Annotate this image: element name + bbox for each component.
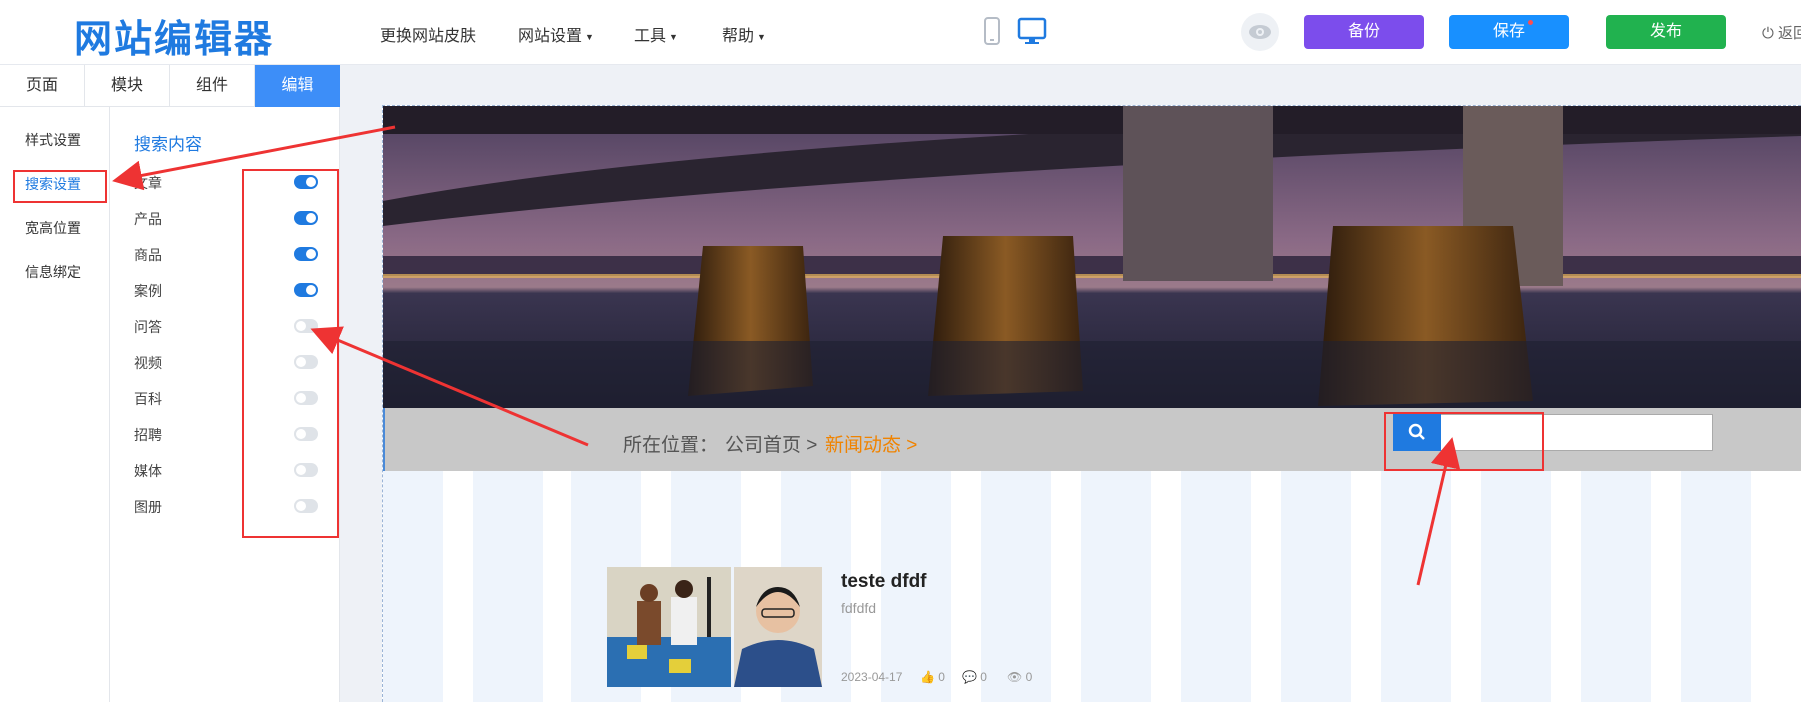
thumbs-up-icon: 👍: [920, 670, 935, 684]
top-bar: 网站编辑器 更换网站皮肤 网站设置 ▼ 工具 ▼ 帮助 ▼ 备份 保存 发布 ⏻ 返回: [0, 0, 1801, 65]
views-count: 0: [1025, 670, 1033, 684]
search-option-toggle[interactable]: [294, 499, 318, 513]
power-icon: ⏻: [1762, 25, 1774, 42]
tab-components[interactable]: 组件: [170, 65, 255, 107]
news-description: fdfdfd: [841, 600, 877, 616]
search-icon: [1408, 423, 1425, 440]
news-date: 2023-04-17: [841, 670, 903, 684]
page-canvas: 所在位置： 公司首页 > 新闻动态 >: [382, 105, 1801, 702]
settings-nav: 样式设置 搜索设置 宽高位置 信息绑定: [0, 107, 110, 702]
eye-icon: [1249, 25, 1271, 39]
news-thumbnail-portrait[interactable]: [734, 567, 822, 687]
eye-icon: 👁: [1007, 670, 1023, 684]
search-option-toggle[interactable]: [294, 211, 318, 225]
search-content-title: 搜索内容: [134, 135, 202, 154]
bridge-photo: [383, 106, 1801, 408]
breadcrumb-prefix: 所在位置：: [623, 435, 719, 456]
search-option-label: 文章: [134, 175, 162, 191]
desktop-view-icon[interactable]: [1017, 16, 1047, 46]
search-option-toggle[interactable]: [294, 175, 318, 189]
search-option-toggle[interactable]: [294, 283, 318, 297]
nav-size-position[interactable]: 宽高位置: [25, 218, 81, 238]
breadcrumb-current[interactable]: 新闻动态 >: [825, 430, 917, 457]
site-search-button[interactable]: [1393, 414, 1441, 451]
layout-grid-guides: [383, 471, 1801, 702]
search-option-toggle[interactable]: [294, 391, 318, 405]
tab-modules[interactable]: 模块: [85, 65, 170, 107]
search-option-toggle[interactable]: [294, 463, 318, 477]
menu-help-label: 帮助: [722, 28, 755, 45]
nav-info-binding[interactable]: 信息绑定: [25, 262, 81, 282]
search-option-toggle[interactable]: [294, 355, 318, 369]
comments-count: 0: [980, 670, 987, 684]
search-option-label: 问答: [134, 319, 162, 335]
mobile-view-icon[interactable]: [983, 16, 1001, 46]
preview-button[interactable]: [1241, 13, 1279, 51]
search-option-label: 招聘: [134, 427, 162, 443]
breadcrumb-home[interactable]: 公司首页 >: [725, 430, 817, 457]
likes-count: 0: [938, 670, 945, 684]
caret-down-icon: ▼: [757, 31, 766, 42]
search-option-label: 视频: [134, 355, 162, 371]
menu-site-settings[interactable]: 网站设置 ▼: [518, 22, 594, 46]
search-option-label: 百科: [134, 391, 162, 407]
save-button[interactable]: 保存: [1449, 15, 1569, 49]
search-option-label: 案例: [134, 283, 162, 299]
search-option-toggle[interactable]: [294, 247, 318, 261]
comment-icon: 💬: [962, 670, 977, 684]
search-option-label: 商品: [134, 247, 162, 263]
search-option-toggle[interactable]: [294, 427, 318, 441]
publish-button[interactable]: 发布: [1606, 15, 1726, 49]
exit-label: 返回: [1778, 25, 1801, 42]
news-likes: 👍 0: [920, 670, 945, 684]
editor-sidebar: 页面 模块 组件 编辑 样式设置 搜索设置 宽高位置 信息绑定 搜索内容 文章产…: [0, 65, 340, 702]
banner-image[interactable]: [383, 106, 1801, 408]
search-option-label: 图册: [134, 499, 162, 515]
menu-help[interactable]: 帮助 ▼: [722, 22, 766, 46]
search-option-label: 产品: [134, 211, 162, 227]
app-logo: 网站编辑器: [74, 17, 275, 61]
news-thumbnail-boxing[interactable]: [607, 567, 731, 687]
unsaved-dot: [1528, 20, 1533, 25]
site-search-input[interactable]: [1393, 414, 1713, 451]
tab-pages[interactable]: 页面: [0, 65, 85, 107]
search-option-label: 媒体: [134, 463, 162, 479]
menu-tools-label: 工具: [634, 28, 667, 45]
menu-site-settings-label: 网站设置: [518, 28, 583, 45]
sidebar-tabs: 页面 模块 组件 编辑: [0, 65, 340, 107]
nav-search-settings[interactable]: 搜索设置: [25, 174, 81, 194]
nav-style-settings[interactable]: 样式设置: [25, 130, 81, 150]
search-option-toggle[interactable]: [294, 319, 318, 333]
menu-tools[interactable]: 工具 ▼: [634, 22, 678, 46]
news-views: 👁 0: [1007, 670, 1032, 684]
news-title[interactable]: teste dfdf: [841, 571, 927, 593]
tab-edit[interactable]: 编辑: [255, 65, 340, 107]
exit-button[interactable]: ⏻ 返回: [1762, 22, 1801, 43]
breadcrumb-bar: 所在位置： 公司首页 > 新闻动态 >: [383, 408, 1801, 471]
news-comments: 💬 0: [962, 670, 987, 684]
caret-down-icon: ▼: [669, 31, 678, 42]
caret-down-icon: ▼: [585, 31, 594, 42]
menu-change-skin[interactable]: 更换网站皮肤: [380, 22, 476, 46]
save-label: 保存: [1492, 23, 1525, 40]
backup-button[interactable]: 备份: [1304, 15, 1424, 49]
